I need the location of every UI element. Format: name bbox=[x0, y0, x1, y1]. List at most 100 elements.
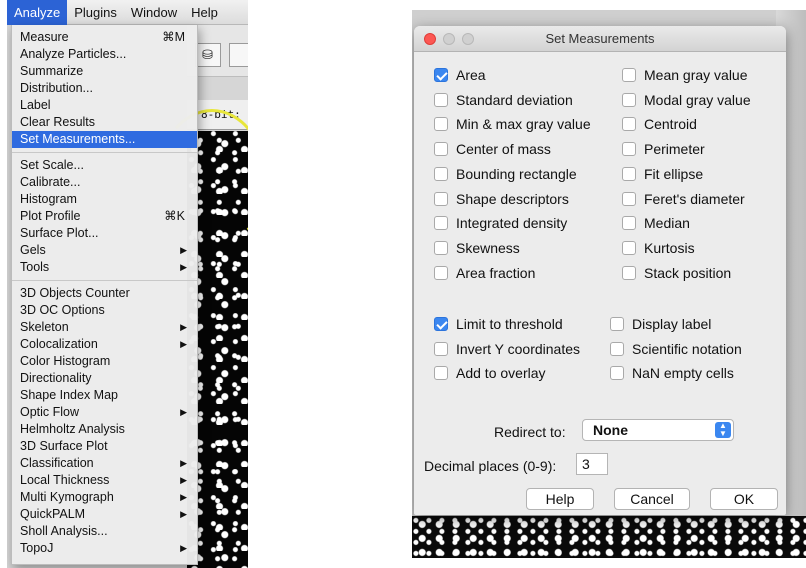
menu-item-calibrate[interactable]: Calibrate... bbox=[12, 174, 197, 191]
checkbox-kurtosis[interactable]: Kurtosis bbox=[622, 239, 695, 257]
menu-item-directionality[interactable]: Directionality bbox=[12, 370, 197, 387]
menu-item-3d-oc-options[interactable]: 3D OC Options bbox=[12, 302, 197, 319]
menu-item-optic-flow[interactable]: Optic Flow ▶ bbox=[12, 404, 197, 421]
menu-item-gels[interactable]: Gels ▶ bbox=[12, 242, 197, 259]
checkbox-box[interactable] bbox=[622, 166, 636, 181]
checkbox-box[interactable] bbox=[622, 240, 636, 255]
checkbox-display-label[interactable]: Display label bbox=[610, 315, 711, 333]
set-measurements-dialog: Set Measurements Area Standard deviation M… bbox=[414, 26, 786, 515]
checkbox-box[interactable] bbox=[610, 317, 624, 331]
menu-item-set-scale[interactable]: Set Scale... bbox=[12, 157, 197, 174]
menu-item-label[interactable]: Label bbox=[12, 97, 197, 114]
menu-item-summarize[interactable]: Summarize bbox=[12, 63, 197, 80]
checkbox-add-to-overlay[interactable]: Add to overlay bbox=[434, 364, 546, 382]
menu-item-set-measurements[interactable]: Set Measurements... bbox=[12, 131, 197, 148]
menu-item-helmholtz-analysis[interactable]: Helmholtz Analysis bbox=[12, 421, 197, 438]
decimal-places-input[interactable]: 3 bbox=[576, 453, 608, 475]
checkbox-scientific-notation[interactable]: Scientific notation bbox=[610, 340, 742, 358]
redirect-select[interactable]: None ▲ ▼ bbox=[582, 419, 734, 441]
menu-item-tools[interactable]: Tools ▶ bbox=[12, 259, 197, 276]
menu-item-sholl-analysis[interactable]: Sholl Analysis... bbox=[12, 523, 197, 540]
checkbox-area-fraction[interactable]: Area fraction bbox=[434, 264, 535, 282]
menu-item-multi-kymograph[interactable]: Multi Kymograph ▶ bbox=[12, 489, 197, 506]
checkbox-integrated-density[interactable]: Integrated density bbox=[434, 214, 567, 232]
zoom-window-button[interactable] bbox=[462, 33, 474, 45]
checkbox-min-and-max-gray-value[interactable]: Min & max gray value bbox=[434, 115, 591, 133]
menu-item-label: Label bbox=[20, 98, 51, 112]
menu-item-color-histogram[interactable]: Color Histogram bbox=[12, 353, 197, 370]
checkbox-box[interactable] bbox=[622, 68, 636, 82]
checkbox-invert-y-coordinates[interactable]: Invert Y coordinates bbox=[434, 340, 580, 358]
menu-item-plot-profile[interactable]: Plot Profile ⌘K bbox=[12, 208, 197, 225]
menu-item-label: Measure bbox=[20, 30, 69, 44]
menu-item-surface-plot[interactable]: Surface Plot... bbox=[12, 225, 197, 242]
checkbox-nan-empty-cells[interactable]: NaN empty cells bbox=[610, 364, 734, 382]
menu-analyze[interactable]: Analyze bbox=[7, 0, 68, 25]
menu-item-3d-objects-counter[interactable]: 3D Objects Counter bbox=[12, 285, 197, 302]
menu-plugins[interactable]: Plugins bbox=[67, 0, 124, 25]
menu-item-distribution[interactable]: Distribution... bbox=[12, 80, 197, 97]
menu-item-analyze-particles[interactable]: Analyze Particles... bbox=[12, 46, 197, 63]
checkbox-box[interactable] bbox=[622, 117, 636, 132]
minimize-window-button[interactable] bbox=[443, 33, 455, 45]
checkbox-box[interactable] bbox=[622, 265, 636, 280]
checkbox-bounding-rectangle[interactable]: Bounding rectangle bbox=[434, 165, 577, 183]
checkbox-shape-descriptors[interactable]: Shape descriptors bbox=[434, 190, 569, 208]
checkbox-box[interactable] bbox=[610, 366, 624, 381]
menu-item-topoj[interactable]: TopoJ ▶ bbox=[12, 540, 197, 557]
menu-item-colocalization[interactable]: Colocalization ▶ bbox=[12, 336, 197, 353]
checkbox-standard-deviation[interactable]: Standard deviation bbox=[434, 91, 573, 109]
close-window-button[interactable] bbox=[424, 33, 436, 45]
menu-item-3d-surface-plot[interactable]: 3D Surface Plot bbox=[12, 438, 197, 455]
menu-item-classification[interactable]: Classification ▶ bbox=[12, 455, 197, 472]
checkbox-box[interactable] bbox=[434, 117, 448, 132]
checkbox-mean-gray-value[interactable]: Mean gray value bbox=[622, 66, 748, 84]
menu-item-clear-results[interactable]: Clear Results bbox=[12, 114, 197, 131]
checkbox-stack-position[interactable]: Stack position bbox=[622, 264, 731, 282]
menu-item-quickpalm[interactable]: QuickPALM ▶ bbox=[12, 506, 197, 523]
checkbox-skewness[interactable]: Skewness bbox=[434, 239, 520, 257]
checkbox-area[interactable]: Area bbox=[434, 66, 486, 84]
help-button[interactable]: Help bbox=[526, 488, 594, 510]
menu-item-label: Optic Flow bbox=[20, 405, 80, 419]
checkbox-box[interactable] bbox=[434, 142, 448, 157]
checkmark-icon[interactable] bbox=[434, 317, 448, 331]
checkbox-label: Min & max gray value bbox=[456, 116, 591, 133]
checkbox-box[interactable] bbox=[434, 166, 448, 181]
menu-item-label: Sholl Analysis... bbox=[20, 524, 108, 538]
checkbox-box[interactable] bbox=[622, 92, 636, 107]
checkmark-icon[interactable] bbox=[434, 68, 448, 82]
checkbox-feret-s-diameter[interactable]: Feret's diameter bbox=[622, 190, 745, 208]
checkbox-box[interactable] bbox=[434, 216, 448, 231]
checkbox-perimeter[interactable]: Perimeter bbox=[622, 140, 705, 158]
menu-item-measure[interactable]: Measure ⌘M bbox=[12, 29, 197, 46]
checkbox-box[interactable] bbox=[434, 341, 448, 356]
checkbox-modal-gray-value[interactable]: Modal gray value bbox=[622, 91, 751, 109]
checkbox-box[interactable] bbox=[434, 240, 448, 255]
checkbox-box[interactable] bbox=[434, 191, 448, 206]
checkbox-label: Bounding rectangle bbox=[456, 165, 577, 182]
menu-item-local-thickness[interactable]: Local Thickness ▶ bbox=[12, 472, 197, 489]
checkbox-box[interactable] bbox=[622, 142, 636, 157]
checkbox-box[interactable] bbox=[622, 191, 636, 206]
checkbox-box[interactable] bbox=[434, 366, 448, 381]
checkbox-centroid[interactable]: Centroid bbox=[622, 115, 697, 133]
checkbox-center-of-mass[interactable]: Center of mass bbox=[434, 140, 551, 158]
menu-item-shape-index-map[interactable]: Shape Index Map bbox=[12, 387, 197, 404]
menu-window[interactable]: Window bbox=[124, 0, 184, 25]
checkbox-limit-to-threshold[interactable]: Limit to threshold bbox=[434, 315, 563, 333]
checkbox-box[interactable] bbox=[434, 265, 448, 280]
checkbox-box[interactable] bbox=[434, 92, 448, 107]
cancel-button[interactable]: Cancel bbox=[614, 488, 690, 510]
toolbar-tool-button[interactable] bbox=[229, 43, 248, 67]
checkbox-box[interactable] bbox=[610, 341, 624, 356]
checkbox-fit-ellipse[interactable]: Fit ellipse bbox=[622, 165, 703, 183]
menu-item-skeleton[interactable]: Skeleton ▶ bbox=[12, 319, 197, 336]
menu-item-histogram[interactable]: Histogram bbox=[12, 191, 197, 208]
checkbox-box[interactable] bbox=[622, 216, 636, 231]
menu-help[interactable]: Help bbox=[184, 0, 225, 25]
submenu-arrow-icon: ▶ bbox=[180, 492, 187, 502]
toolbar-tool-button[interactable]: ⛁ bbox=[195, 43, 221, 67]
ok-button[interactable]: OK bbox=[710, 488, 778, 510]
checkbox-median[interactable]: Median bbox=[622, 214, 690, 232]
